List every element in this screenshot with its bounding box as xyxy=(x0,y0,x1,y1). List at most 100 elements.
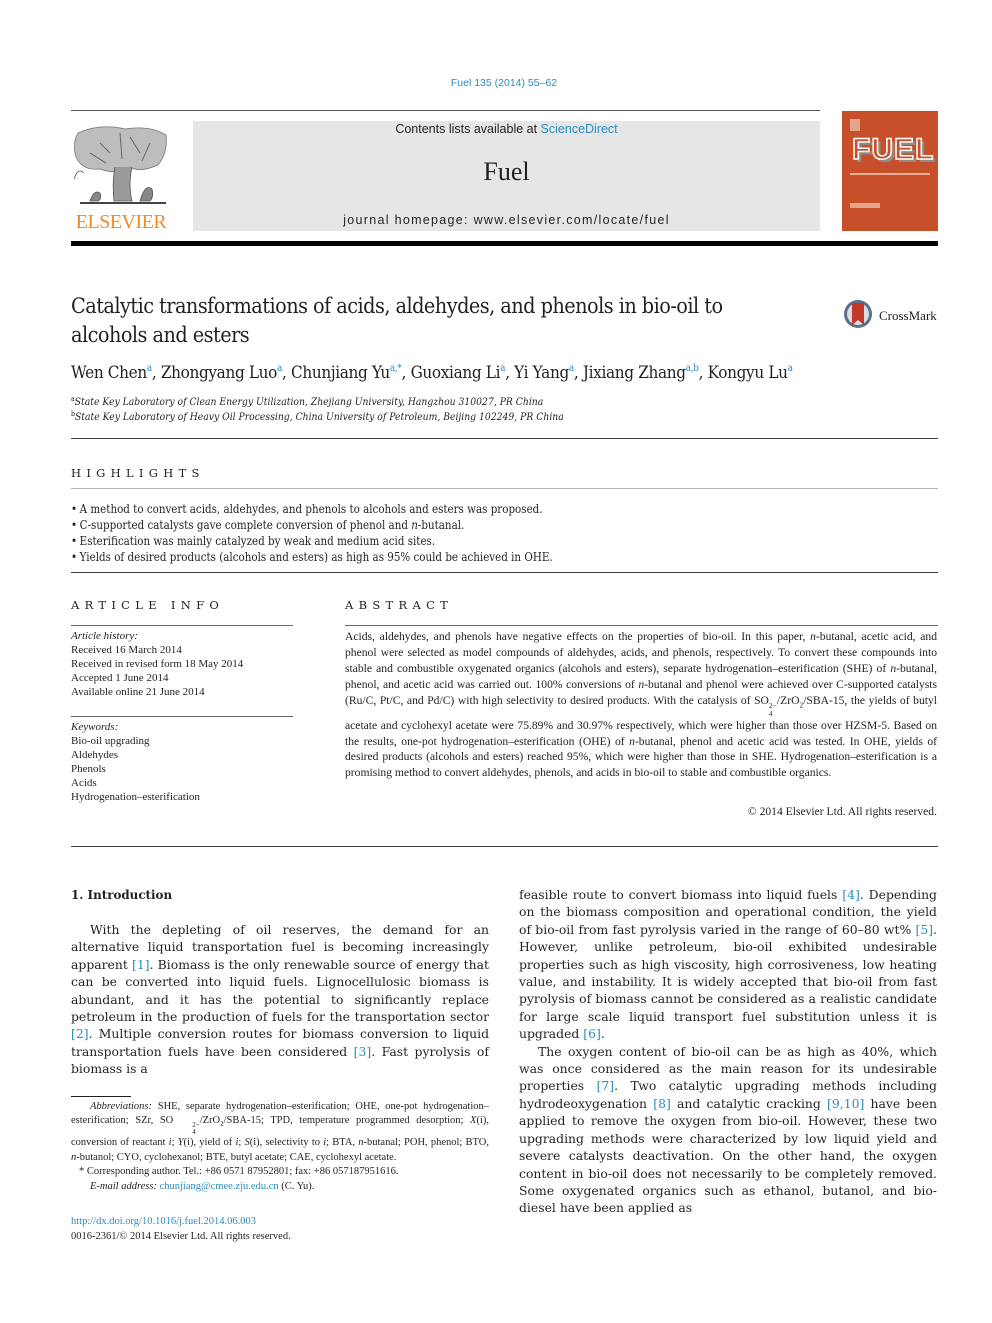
divider xyxy=(345,625,938,626)
article-title: Catalytic transformations of acids, alde… xyxy=(71,294,723,347)
doi-link[interactable]: http://dx.doi.org/10.1016/j.fuel.2014.06… xyxy=(71,1216,256,1227)
cover-title: FUEL xyxy=(851,132,935,167)
text-span: -butanal; POH, phenol; BTO, xyxy=(363,1137,490,1149)
author-affiliation-mark[interactable]: a xyxy=(788,363,793,374)
author-affiliation-mark[interactable]: a xyxy=(500,363,505,374)
highlight-text: C-supported catalysts gave complete conv… xyxy=(79,518,412,532)
highlight-item: Yields of desired products (alcohols and… xyxy=(71,549,811,565)
highlights-list: A method to convert acids, aldehydes, an… xyxy=(71,501,931,565)
subscript: 4 xyxy=(768,708,773,718)
paragraph: feasible route to convert biomass into l… xyxy=(519,886,937,1043)
author-name[interactable]: Chunjiang Yu xyxy=(291,363,390,383)
abbreviations-footnote: Abbreviations: SHE, separate hydrogenati… xyxy=(71,1100,489,1165)
affiliation-text: State Key Laboratory of Heavy Oil Proces… xyxy=(74,411,564,423)
crossmark-label: CrossMark xyxy=(879,308,937,323)
text-span: . xyxy=(600,1026,605,1042)
journal-cover-image[interactable]: FUEL xyxy=(842,111,938,231)
author-affiliation-mark[interactable]: a xyxy=(569,363,574,374)
author-name[interactable]: Zhongyang Luo xyxy=(161,363,278,383)
author-name[interactable]: Jixiang Zhang xyxy=(583,363,686,383)
introduction-heading: 1. Introduction xyxy=(71,887,173,902)
abstract-text: Acids, aldehydes, and phenols have negat… xyxy=(345,629,937,781)
contents-line: Contents lists available at ScienceDirec… xyxy=(193,122,820,136)
text-span: /ZrO xyxy=(199,1115,221,1127)
citation-link[interactable]: [4] xyxy=(842,887,860,902)
keyword: Phenols xyxy=(71,763,106,775)
text-span: -butanol; CYO, cyclohexanol; BTE, butyl … xyxy=(76,1151,397,1163)
citation-link[interactable]: [6] xyxy=(583,1026,601,1041)
author-list: Wen Chena, Zhongyang Luoa, Chunjiang Yua… xyxy=(71,363,793,383)
contents-prefix: Contents lists available at xyxy=(395,122,541,136)
text-span: (i), yield of xyxy=(183,1137,236,1149)
paragraph: With the depleting of oil reserves, the … xyxy=(71,921,489,1078)
issn-copyright: 0016-2361/© 2014 Elsevier Ltd. All right… xyxy=(71,1231,291,1242)
keywords: Keywords: Bio-oil upgrading Aldehydes Ph… xyxy=(71,720,296,804)
keyword: Aldehydes xyxy=(71,749,119,761)
header-thick-divider xyxy=(71,241,938,246)
elsevier-wordmark: ELSEVIER xyxy=(75,211,167,233)
journal-masthead: Contents lists available at ScienceDirec… xyxy=(193,121,820,231)
highlight-text: -butanal. xyxy=(417,518,465,532)
abstract-span: Acids, aldehydes, and phenols have negat… xyxy=(345,630,811,643)
journal-reference-link[interactable]: Fuel 135 (2014) 55–62 xyxy=(0,77,992,89)
highlight-item: Esterification was mainly catalyzed by w… xyxy=(71,533,811,549)
abstract-span: /ZrO xyxy=(776,693,800,707)
abstract-heading: ABSTRACT xyxy=(345,598,454,612)
author-name[interactable]: Yi Yang xyxy=(514,363,569,383)
text-span: have been applied to remove the oxygen f… xyxy=(519,1095,938,1216)
footnotes: Abbreviations: SHE, separate hydrogenati… xyxy=(71,1100,489,1194)
highlight-item: A method to convert acids, aldehydes, an… xyxy=(71,501,811,517)
keyword: Hydrogenation–esterification xyxy=(71,791,200,803)
divider xyxy=(71,716,293,717)
author-affiliation-mark[interactable]: a xyxy=(147,363,152,374)
elsevier-tree-icon xyxy=(73,126,167,204)
text-span: . However, unlike petroleum, bio-oil exh… xyxy=(519,921,937,1042)
cover-emblem xyxy=(850,119,860,131)
cover-subtitle-line xyxy=(850,173,930,175)
crossmark-button[interactable]: CrossMark xyxy=(843,299,943,333)
citation-link[interactable]: [9,10] xyxy=(827,1096,864,1111)
email-label: E-mail address: xyxy=(90,1180,157,1192)
author-affiliation-mark[interactable]: a,* xyxy=(390,363,402,374)
citation-link[interactable]: [2] xyxy=(71,1026,89,1041)
journal-homepage-link[interactable]: journal homepage: www.elsevier.com/locat… xyxy=(193,213,820,227)
keywords-label: Keywords: xyxy=(71,721,119,733)
keyword: Bio-oil upgrading xyxy=(71,735,150,747)
sciencedirect-link[interactable]: ScienceDirect xyxy=(541,122,618,136)
text-span: (i), selectivity to xyxy=(249,1137,324,1149)
corresponding-author-footnote: * Corresponding author. Tel.: +86 0571 8… xyxy=(79,1166,399,1178)
email-link[interactable]: chunjiang@cmee.zju.edu.cn xyxy=(160,1181,279,1192)
citation-link[interactable]: [8] xyxy=(653,1096,671,1111)
affiliation-b: bState Key Laboratory of Heavy Oil Proce… xyxy=(71,410,564,423)
elsevier-logo[interactable]: ELSEVIER xyxy=(70,123,172,233)
text-span: (C. Yu). xyxy=(278,1180,315,1192)
divider xyxy=(71,488,938,489)
author-affiliation-mark[interactable]: a xyxy=(277,363,282,374)
body-column-left: With the depleting of oil reserves, the … xyxy=(71,921,489,1078)
abbreviations-label: Abbreviations: xyxy=(90,1101,153,1112)
paragraph: The oxygen content of bio-oil can be as … xyxy=(519,1043,937,1217)
body-column-right: feasible route to convert biomass into l… xyxy=(519,886,937,1217)
article-info-heading: ARTICLE INFO xyxy=(71,598,225,612)
author-name[interactable]: Wen Chen xyxy=(71,363,147,383)
citation-link[interactable]: [5] xyxy=(915,922,933,937)
divider xyxy=(71,572,938,573)
article-history: Article history: Received 16 March 2014 … xyxy=(71,629,296,699)
text-span: ; BTA, xyxy=(326,1137,359,1149)
affiliation-text: State Key Laboratory of Clean Energy Uti… xyxy=(74,396,544,408)
cover-publisher-mark xyxy=(850,203,880,208)
citation-link[interactable]: [1] xyxy=(132,957,150,972)
citation-link[interactable]: [7] xyxy=(597,1078,615,1093)
history-accepted: Accepted 1 June 2014 xyxy=(71,672,169,684)
citation-link[interactable]: [3] xyxy=(354,1044,372,1059)
author-name[interactable]: Guoxiang Li xyxy=(411,363,501,383)
author-name[interactable]: Kongyu Lu xyxy=(708,363,788,383)
affiliation-a: aState Key Laboratory of Clean Energy Ut… xyxy=(71,395,543,408)
text-span: feasible route to convert biomass into l… xyxy=(519,887,843,902)
history-revised: Received in revised form 18 May 2014 xyxy=(71,658,244,670)
article-history-label: Article history: xyxy=(71,630,138,642)
history-online: Available online 21 June 2014 xyxy=(71,686,205,698)
author-affiliation-mark[interactable]: a,b xyxy=(686,363,699,374)
keyword: Acids xyxy=(71,777,97,789)
divider xyxy=(71,438,938,439)
